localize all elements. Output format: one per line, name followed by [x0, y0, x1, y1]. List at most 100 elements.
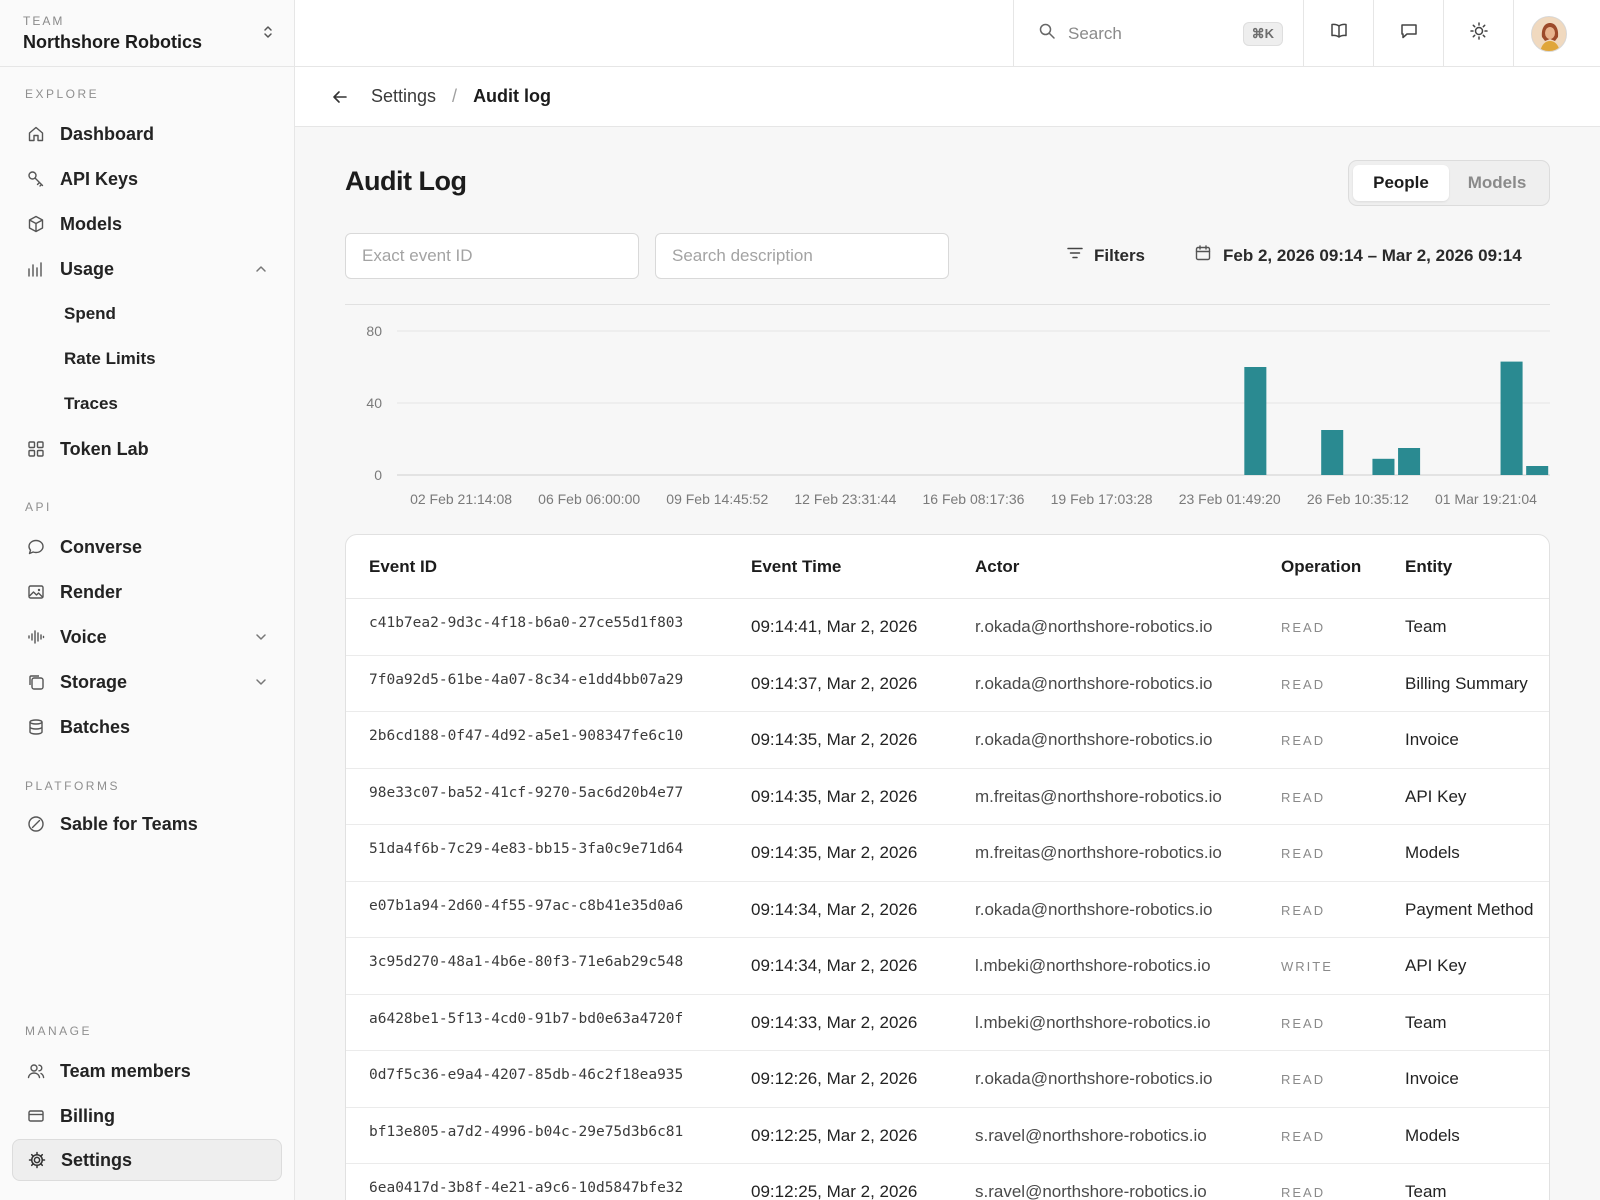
event-time-cell: 09:14:35, Mar 2, 2026: [751, 730, 918, 749]
event-id-cell: 0d7f5c36-e9a4-4207-85db-46c2f18ea935: [369, 1067, 684, 1083]
chart-bar[interactable]: [1526, 466, 1549, 475]
entity-cell: Models: [1405, 1125, 1460, 1145]
sidebar-item-token-lab[interactable]: Token Lab: [12, 428, 282, 470]
table-row[interactable]: bf13e805-a7d2-4996-b04c-29e75d3b6c81 09:1…: [346, 1108, 1549, 1164]
operation-cell: READ: [1281, 789, 1326, 805]
description-search-input[interactable]: [655, 233, 949, 279]
column-header-event-time[interactable]: Event Time: [751, 557, 841, 577]
entity-cell: Payment Method: [1405, 899, 1534, 919]
sidebar-item-sable-for-teams[interactable]: Sable for Teams: [12, 803, 282, 845]
chart-bar[interactable]: [1500, 361, 1523, 475]
event-id-cell: a6428be1-5f13-4cd0-91b7-bd0e63a4720f: [369, 1010, 684, 1027]
x-tick-label: 06 Feb 06:00:00: [538, 491, 640, 507]
column-header-actor[interactable]: Actor: [975, 557, 1019, 577]
sidebar-item-batches[interactable]: Batches: [12, 706, 282, 748]
segment-people[interactable]: People: [1353, 165, 1449, 201]
docs-button[interactable]: [1303, 0, 1373, 67]
sun-icon: [1469, 21, 1489, 46]
column-header-entity[interactable]: Entity: [1405, 557, 1452, 577]
shortcut-badge: ⌘K: [1242, 22, 1283, 46]
entity-cell: Team: [1405, 617, 1447, 636]
table-row[interactable]: 2b6cd188-0f47-4d92-a5e1-908347fe6c10 09:1…: [346, 712, 1549, 769]
chart-bar[interactable]: [1244, 367, 1267, 475]
top-bar: Search ⌘K: [295, 0, 1600, 67]
table-row[interactable]: 3c95d270-48a1-4b6e-80f3-71e6ab29c548 09:1…: [346, 938, 1549, 995]
sidebar-item-settings[interactable]: Settings: [12, 1139, 282, 1181]
users-icon: [26, 1061, 46, 1081]
page-title: Audit Log: [345, 166, 467, 196]
arrow-left-icon[interactable]: [331, 87, 351, 107]
filters-button[interactable]: Filters: [1066, 244, 1145, 267]
column-header-event-id[interactable]: Event ID: [369, 557, 437, 577]
sidebar-item-spend[interactable]: Spend: [12, 293, 282, 335]
table-row[interactable]: a6428be1-5f13-4cd0-91b7-bd0e63a4720f 09:1…: [346, 995, 1549, 1051]
sidebar-item-usage[interactable]: Usage: [12, 248, 282, 290]
date-range-picker[interactable]: Feb 2, 2026 09:14 – Mar 2, 2026 09:14: [1194, 244, 1522, 267]
actor-cell: m.freitas@northshore-robotics.io: [975, 786, 1222, 806]
sidebar-item-label: Usage: [60, 258, 115, 279]
chevron-up-down-icon: [262, 24, 274, 45]
sidebar-item-voice[interactable]: Voice: [12, 616, 282, 658]
operation-cell: READ: [1281, 1128, 1326, 1144]
sidebar-item-render[interactable]: Render: [12, 571, 282, 613]
entity-cell: Team: [1405, 1012, 1447, 1032]
divider: [345, 304, 1550, 305]
theme-toggle-button[interactable]: [1443, 0, 1513, 67]
slash-circle-icon: [26, 814, 46, 834]
segmented-control: People Models: [1348, 160, 1550, 206]
table-row[interactable]: 98e33c07-ba52-41cf-9270-5ac6d20b4e77 09:1…: [346, 769, 1549, 825]
event-id-input[interactable]: [345, 233, 639, 279]
team-label: TEAM: [23, 14, 65, 28]
sidebar-item-api-keys[interactable]: API Keys: [12, 158, 282, 200]
breadcrumb-current: Audit log: [473, 86, 552, 106]
table-row[interactable]: c41b7ea2-9d3c-4f18-b6a0-27ce55d1f803 09:1…: [346, 599, 1549, 656]
waveform-icon: [26, 627, 46, 647]
sidebar-item-rate-limits[interactable]: Rate Limits: [12, 338, 282, 380]
operation-cell: READ: [1281, 733, 1326, 748]
feedback-button[interactable]: [1373, 0, 1443, 67]
actor-cell: l.mbeki@northshore-robotics.io: [975, 1012, 1211, 1032]
section-label-api: API: [25, 500, 52, 514]
entity-cell: API Key: [1405, 786, 1467, 806]
sidebar-item-converse[interactable]: Converse: [12, 526, 282, 568]
sidebar-item-label: Billing: [60, 1105, 115, 1126]
actor-cell: r.okada@northshore-robotics.io: [975, 899, 1213, 919]
x-tick-label: 23 Feb 01:49:20: [1179, 491, 1281, 507]
home-icon: [26, 124, 46, 144]
operation-cell: READ: [1281, 1015, 1326, 1031]
actor-cell: l.mbeki@northshore-robotics.io: [975, 956, 1211, 975]
global-search[interactable]: Search ⌘K: [1013, 0, 1303, 67]
breadcrumb-parent-link[interactable]: Settings: [371, 86, 436, 107]
user-menu-button[interactable]: [1513, 0, 1583, 67]
filters-label: Filters: [1094, 245, 1146, 265]
table-row[interactable]: 51da4f6b-7c29-4e83-bb15-3fa0c9e71d64 09:1…: [346, 825, 1549, 882]
table-row[interactable]: 7f0a92d5-61be-4a07-8c34-e1dd4bb07a29 09:1…: [346, 656, 1549, 712]
sidebar-item-team-members[interactable]: Team members: [12, 1050, 282, 1092]
team-name: Northshore Robotics: [23, 32, 203, 52]
chart-bar[interactable]: [1398, 448, 1421, 475]
segment-models[interactable]: Models: [1449, 165, 1545, 201]
team-switcher[interactable]: TEAM Northshore Robotics: [0, 0, 294, 67]
table-row[interactable]: 0d7f5c36-e9a4-4207-85db-46c2f18ea935 09:1…: [346, 1051, 1549, 1108]
table-row[interactable]: e07b1a94-2d60-4f55-97ac-c8b41e35d0a6 09:1…: [346, 882, 1549, 938]
x-tick-label: 19 Feb 17:03:28: [1051, 491, 1153, 507]
sidebar-item-models[interactable]: Models: [12, 203, 282, 245]
event-time-cell: 09:12:26, Mar 2, 2026: [751, 1069, 918, 1088]
sidebar-item-dashboard[interactable]: Dashboard: [12, 113, 282, 155]
date-range-label: Feb 2, 2026 09:14 – Mar 2, 2026 09:14: [1223, 245, 1522, 265]
chart-bar[interactable]: [1372, 458, 1395, 475]
operation-cell: WRITE: [1281, 959, 1333, 974]
event-id-cell: bf13e805-a7d2-4996-b04c-29e75d3b6c81: [369, 1123, 684, 1140]
chart-bar[interactable]: [1321, 430, 1344, 475]
operation-cell: READ: [1281, 1072, 1326, 1087]
sidebar-item-billing[interactable]: Billing: [12, 1095, 282, 1137]
sidebar-item-storage[interactable]: Storage: [12, 661, 282, 703]
sidebar-item-label: Storage: [60, 671, 128, 692]
table-row[interactable]: 6ea0417d-3b8f-4e21-a9c6-10d5847bfe32 09:1…: [346, 1164, 1549, 1200]
event-time-cell: 09:12:25, Mar 2, 2026: [751, 1125, 918, 1145]
chevron-down-icon: [254, 628, 268, 649]
x-tick-label: 26 Feb 10:35:12: [1307, 491, 1409, 507]
sidebar-item-traces[interactable]: Traces: [12, 383, 282, 425]
x-tick-label: 02 Feb 21:14:08: [410, 491, 512, 507]
column-header-operation[interactable]: Operation: [1281, 557, 1361, 577]
